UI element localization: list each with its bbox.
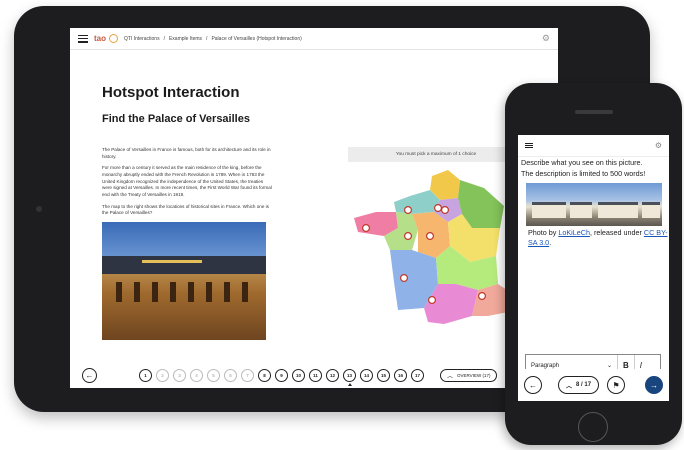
item-content: Hotspot Interaction Find the Palace of V… [70, 84, 558, 340]
gear-icon[interactable]: ⚙ [542, 33, 550, 44]
versailles-photo [102, 221, 266, 340]
hotspot-marker[interactable] [362, 223, 371, 232]
previous-item-button[interactable]: ← [524, 376, 542, 394]
page-button[interactable]: 1 [139, 368, 152, 382]
phone-navigation-bar: ← ︿ 8 / 17 ⚑ → [518, 369, 669, 401]
overview-button[interactable]: ︿ OVERVIEW (17) [440, 368, 498, 382]
france-map[interactable] [348, 166, 524, 331]
page-title: Hotspot Interaction [102, 84, 240, 101]
page-button-current[interactable]: 13 [343, 368, 356, 386]
tao-logo: tao [94, 34, 106, 43]
breadcrumb-separator: / [163, 35, 165, 42]
prompt-paragraph: For more than a century it served as the… [102, 165, 272, 197]
gear-icon[interactable]: ⚙ [655, 141, 662, 150]
author-link[interactable]: LoKiLeCh [558, 228, 590, 237]
question-prompt: Describe what you see on this picture. T… [518, 157, 669, 179]
page-button[interactable]: 2 [156, 368, 169, 382]
hotspot-marker[interactable] [399, 273, 408, 282]
item-columns: The Palace of Versailles in France is fa… [102, 147, 558, 340]
caption-text: , released under [589, 228, 644, 238]
top-bar: tao QTI Interactions / Example Items / P… [70, 28, 558, 50]
hotspot-marker[interactable] [403, 205, 412, 214]
tablet-screen: tao QTI Interactions / Example Items / P… [70, 28, 558, 388]
breadcrumb-example-items[interactable]: Example Items [169, 36, 202, 42]
page-button[interactable]: 17 [411, 368, 424, 382]
page-button[interactable]: 5 [207, 368, 220, 382]
hotspot-marker[interactable] [425, 231, 434, 240]
previous-item-button[interactable]: ← [82, 367, 97, 383]
caption-text: . [549, 238, 552, 248]
prompt-line: Describe what you see on this picture. [521, 158, 643, 167]
bookmark-icon[interactable]: ⚑ [607, 376, 626, 394]
hotspot-marker[interactable] [440, 205, 449, 214]
page-button[interactable]: 8 [258, 368, 271, 382]
hotspot-column: You must pick a maximum of 1 choice [348, 147, 524, 340]
page-button[interactable]: 9 [275, 368, 288, 382]
chevron-up-icon: ︿ [566, 383, 573, 390]
phone-screen: ⚙ Describe what you see on this picture.… [518, 135, 669, 401]
prompt-column: The Palace of Versailles in France is fa… [102, 147, 272, 340]
phone-speaker [575, 110, 613, 114]
phone-top-bar: ⚙ [518, 135, 669, 157]
breadcrumb-separator: / [206, 35, 208, 42]
page-button[interactable]: 10 [292, 368, 305, 382]
page-button[interactable]: 4 [190, 368, 203, 382]
page-button[interactable]: 6 [224, 368, 237, 382]
breadcrumb-current-item: Palace of Versailles (Hotspot Interactio… [211, 35, 302, 42]
chevron-down-icon: ⌄ [606, 363, 612, 369]
choice-constraint-hint: You must pick a maximum of 1 choice [348, 147, 524, 162]
chevron-up-icon: ︿ [447, 373, 454, 380]
format-label: Paragraph [531, 362, 560, 369]
overview-label: OVERVIEW (17) [457, 372, 491, 378]
phone-device: ⚙ Describe what you see on this picture.… [505, 83, 682, 445]
item-counter: 8 / 17 [576, 382, 592, 388]
hotspot-marker[interactable] [478, 291, 487, 300]
hotspot-marker[interactable] [433, 203, 442, 212]
caption-text: Photo by [528, 228, 559, 238]
prompt-paragraph: The map to the right shows the locations… [102, 203, 269, 216]
device-mockup-scene: tao QTI Interactions / Example Items / P… [0, 0, 684, 450]
france-map-svg [354, 170, 516, 324]
test-navigation-bar: ← 1 2 3 4 5 6 7 8 9 10 11 12 13 14 15 16… [70, 362, 558, 388]
page-button[interactable]: 3 [173, 368, 186, 382]
phone-home-button[interactable] [578, 412, 608, 442]
page-button[interactable]: 15 [377, 368, 390, 382]
next-item-button[interactable]: → [645, 376, 663, 394]
tao-logo-mark [109, 34, 118, 43]
region-normandie [394, 190, 440, 214]
hotspot-marker[interactable] [427, 296, 436, 305]
hamburger-menu-icon[interactable] [525, 142, 533, 149]
photo-caption: Photo by LoKiLeCh, released under CC BY-… [518, 226, 669, 248]
item-counter-button[interactable]: ︿ 8 / 17 [558, 376, 600, 394]
item-subtitle: Find the Palace of Versailles [102, 113, 250, 125]
hotspot-marker[interactable] [403, 231, 412, 240]
page-button[interactable]: 16 [394, 368, 407, 382]
prompt-line: The description is limited to 500 words! [521, 169, 646, 179]
page-button[interactable]: 7 [241, 368, 254, 382]
item-pagination: 1 2 3 4 5 6 7 8 9 10 11 12 13 14 15 16 1 [139, 368, 428, 386]
page-button[interactable]: 14 [360, 368, 373, 382]
street-photo [526, 183, 662, 227]
page-button[interactable]: 11 [309, 368, 322, 382]
page-button[interactable]: 12 [326, 368, 339, 382]
hamburger-menu-icon[interactable] [78, 34, 88, 43]
tablet-camera [36, 206, 42, 212]
breadcrumb-qti[interactable]: QTI Interactions [124, 36, 160, 42]
prompt-paragraph: The Palace of Versailles in France is fa… [102, 147, 271, 159]
